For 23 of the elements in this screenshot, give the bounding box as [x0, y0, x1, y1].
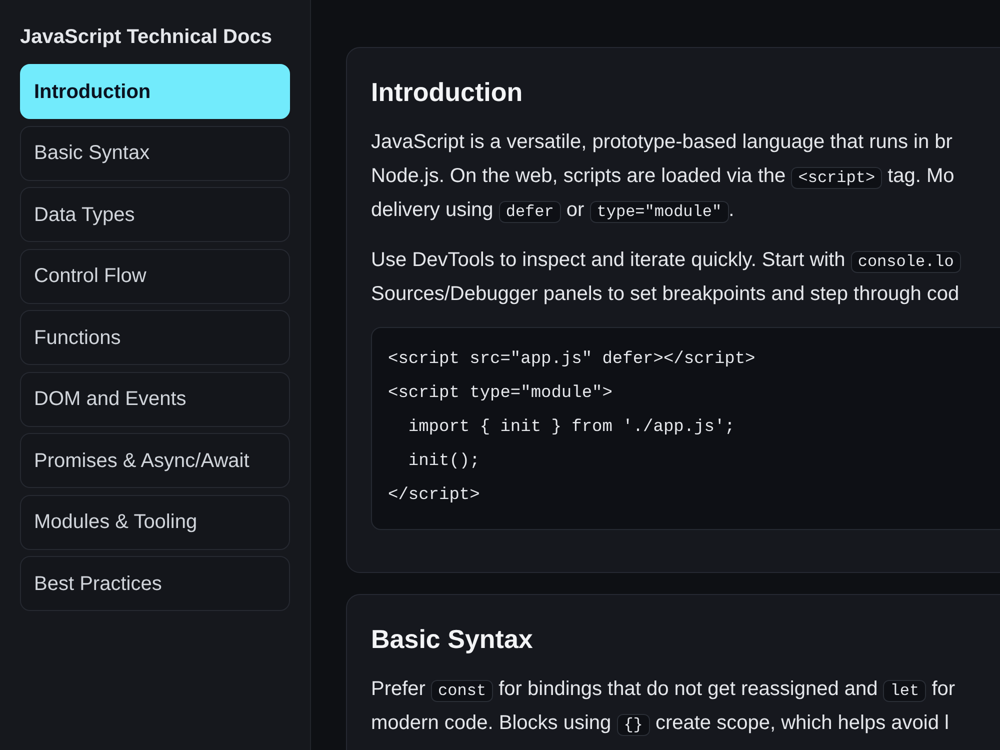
- paragraph: JavaScript is a versatile, prototype-based language that runs in br Node.js. On the web, scripts are loaded via the <script> tag. Mo delivery using defer or type="module" .: [371, 130, 954, 225]
- inline-code: type="module": [590, 201, 729, 223]
- nav-item[interactable]: Basic Syntax: [20, 126, 290, 180]
- nav-item[interactable]: Data Types: [20, 187, 290, 242]
- inline-code: const: [431, 680, 494, 702]
- paragraph: Prefer const for bindings that do not get reassigned and let for modern code. Blocks using {} create scope, which helps avoid l: [371, 677, 956, 738]
- code-block: <script src="app.js" defer></script> <script type="module"> import { init } from './app.js'; init(); </script>: [371, 327, 1000, 530]
- nav-item[interactable]: Promises & Async/Await: [20, 433, 290, 488]
- paragraph: Use DevTools to inspect and iterate quickly. Start with console.lo Sources/Debugger panels to set breakpoints and step through cod: [371, 248, 961, 307]
- inline-code: <script>: [791, 167, 882, 189]
- sidebar-title: JavaScript Technical Docs: [20, 25, 273, 50]
- inline-code: console.lo: [850, 251, 961, 273]
- nav-item[interactable]: Introduction: [20, 64, 290, 119]
- nav-item[interactable]: Modules & Tooling: [20, 494, 290, 550]
- inline-code: let: [883, 680, 926, 702]
- nav-item[interactable]: DOM and Events: [20, 372, 290, 426]
- section-heading: Introduction: [371, 77, 523, 107]
- inline-code: defer: [498, 201, 561, 223]
- section-heading: Basic Syntax: [371, 624, 533, 654]
- nav-item[interactable]: Control Flow: [20, 248, 290, 304]
- nav-item[interactable]: Functions: [20, 310, 290, 365]
- nav-item[interactable]: Best Practices: [20, 556, 290, 611]
- inline-code: {}: [616, 714, 650, 736]
